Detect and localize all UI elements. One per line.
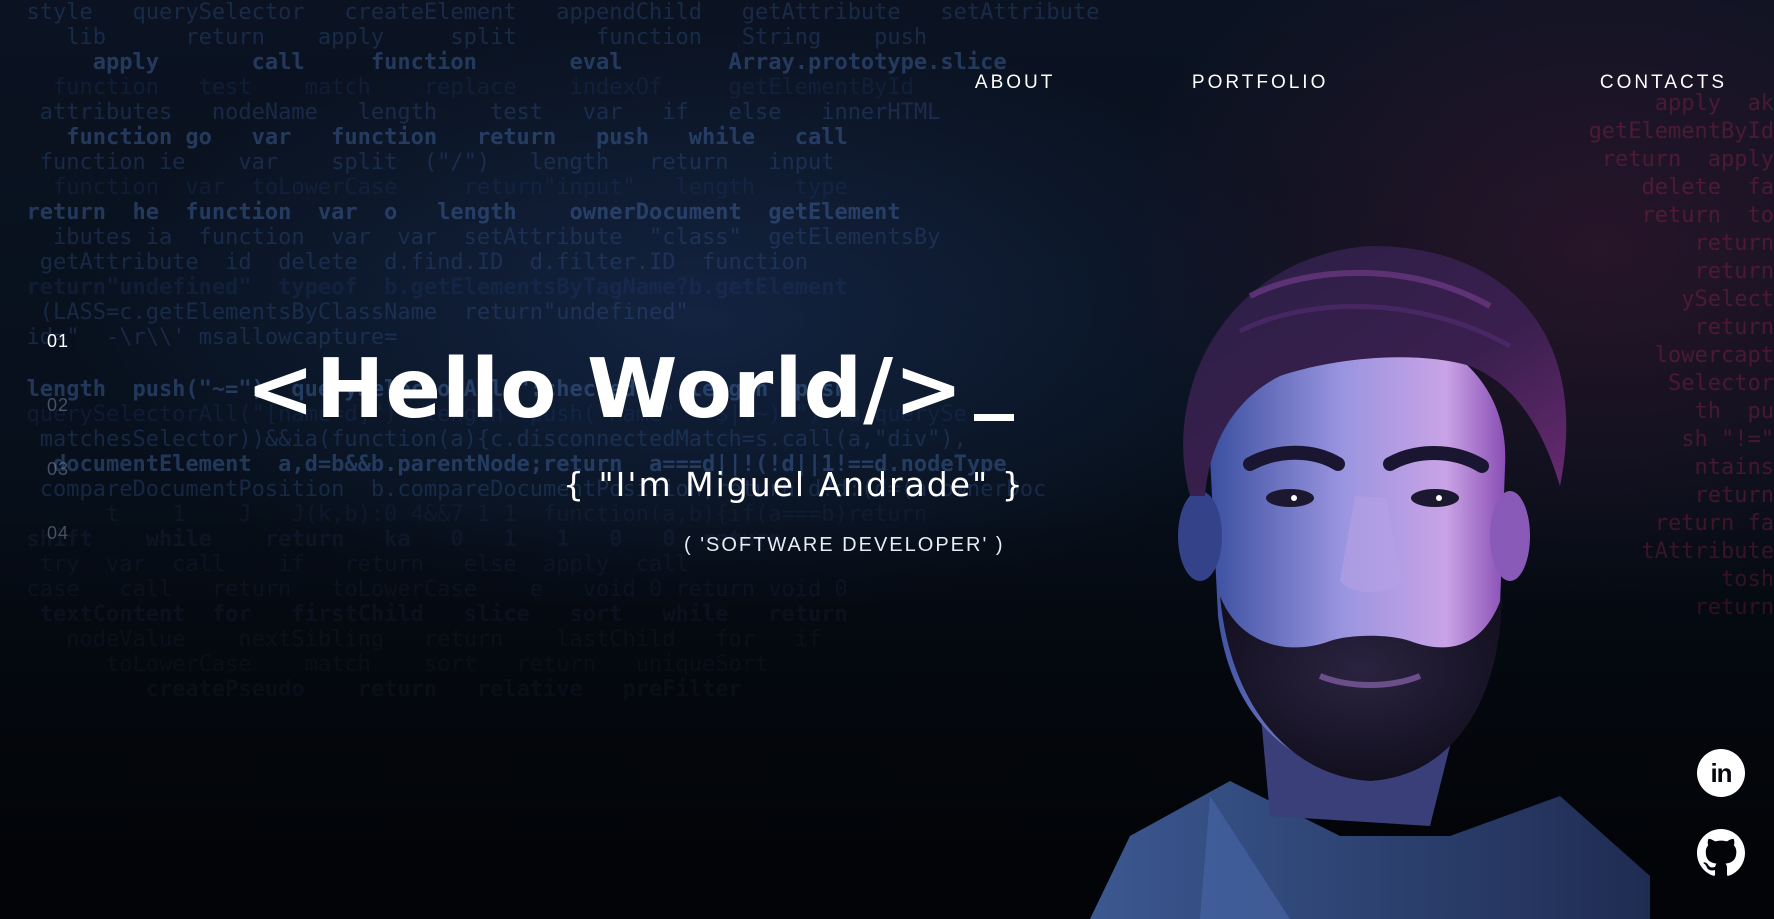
section-index-item-01[interactable]: 01: [47, 331, 69, 395]
section-index-item-02[interactable]: 02: [47, 395, 69, 459]
hero-title-text: <Hello World/>: [246, 342, 964, 437]
nav-portfolio-link[interactable]: PORTFOLIO: [1192, 72, 1328, 94]
section-index-item-03[interactable]: 03: [47, 459, 69, 523]
github-link[interactable]: [1697, 829, 1745, 877]
section-index: 01 02 03 04: [47, 331, 69, 587]
hero-role: ( 'SOFTWARE DEVELOPER' ): [684, 534, 1005, 556]
portrait-image: [1090, 246, 1650, 919]
linkedin-icon: in: [1710, 757, 1732, 788]
main-nav: ABOUT PORTFOLIO CONTACTS: [975, 72, 1727, 94]
github-icon: [1697, 829, 1745, 876]
nav-about-link[interactable]: ABOUT: [975, 72, 1055, 94]
section-index-item-04[interactable]: 04: [47, 523, 69, 587]
hero-section: style querySelector createElement append…: [0, 0, 1774, 919]
nav-contacts-link[interactable]: CONTACTS: [1600, 72, 1727, 94]
typing-cursor: [973, 414, 1014, 421]
hero-name: { "I'm Miguel Andrade" }: [563, 465, 1025, 504]
hero-title: <Hello World/>: [246, 342, 1014, 437]
linkedin-link[interactable]: in: [1697, 749, 1745, 797]
